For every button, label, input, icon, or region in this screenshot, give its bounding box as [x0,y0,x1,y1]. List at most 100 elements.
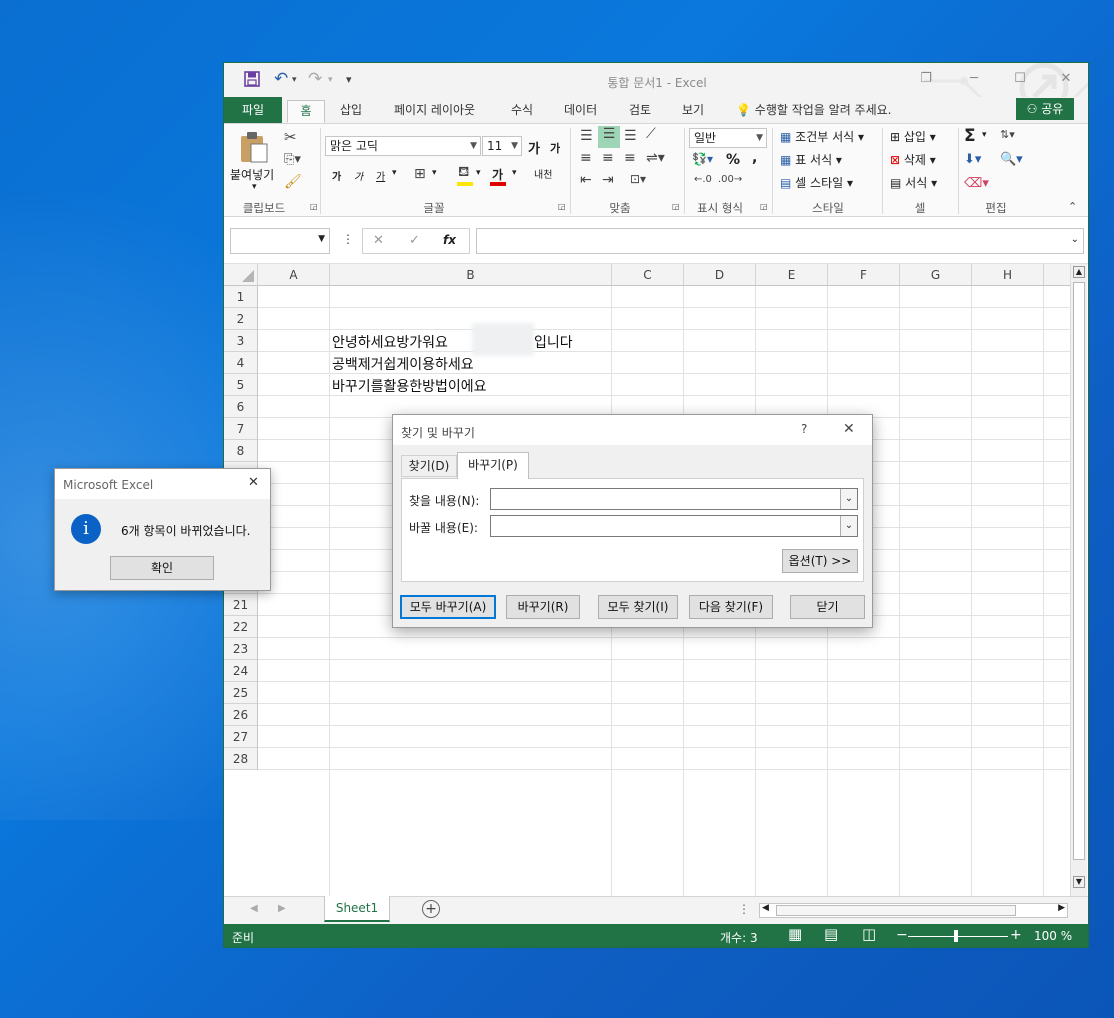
top-align-icon[interactable]: ☰ [580,128,593,144]
chevron-down-icon[interactable]: ▾ [432,168,437,178]
decrease-decimal-icon[interactable]: .00→ [718,174,742,185]
font-name-combo[interactable]: 맑은 고딕 ▼ [325,136,481,156]
middle-align-icon[interactable]: ☰ [598,126,620,148]
chevron-down-icon[interactable]: ▾ [512,168,517,178]
tab-replace[interactable]: 바꾸기(P) [457,452,529,479]
percent-button[interactable]: % [726,152,740,168]
row-header[interactable]: 3 [224,330,258,352]
align-center-icon[interactable]: ≡ [602,150,614,166]
grow-font-button[interactable]: 가 [528,138,540,157]
close-button[interactable]: ✕ [1046,67,1086,91]
horizontal-scrollbar[interactable]: ◀ ▶ [759,903,1068,918]
tab-formulas[interactable]: 수식 [507,100,537,123]
formula-input[interactable]: ⌄ [476,228,1084,254]
increase-decimal-icon[interactable]: ←.0 [694,174,712,185]
fill-icon[interactable]: ⬇▾ [964,152,981,167]
tab-splitter-icon[interactable]: ⋮ [738,902,750,916]
clipboard-launcher-icon[interactable]: ◲ [310,202,318,211]
ok-button[interactable]: 확인 [110,556,214,580]
dialog-close-button[interactable]: ✕ [843,421,855,437]
borders-icon[interactable]: ⊞ [414,166,426,182]
expand-formula-bar-icon[interactable]: ⌄ [1071,234,1079,245]
collapse-ribbon-icon[interactable]: ⌃ [1068,200,1077,213]
align-right-icon[interactable]: ≡ [624,150,636,166]
number-launcher-icon[interactable]: ◲ [760,202,768,211]
format-cells-button[interactable]: ▤ 서식 ▾ [890,174,937,191]
row-header[interactable]: 22 [224,616,258,638]
column-header-g[interactable]: G [900,264,972,286]
chevron-down-icon[interactable]: ▾ [982,130,987,140]
cell-b3[interactable]: 안녕하세요방가워요 [332,332,448,352]
column-header-h[interactable]: H [972,264,1044,286]
row-header[interactable]: 27 [224,726,258,748]
tab-view[interactable]: 보기 [678,100,708,123]
decrease-indent-icon[interactable]: ⇤ [580,172,592,188]
paste-label[interactable]: 붙여넣기 [230,166,274,183]
find-what-input[interactable]: ⌄ [490,488,858,510]
column-header-e[interactable]: E [756,264,828,286]
prev-sheet-icon[interactable]: ◀ [250,903,258,914]
tab-file[interactable]: 파일 [224,97,282,123]
format-as-table-button[interactable]: ▦ 표 서식 ▾ [780,151,842,168]
vertical-scroll-thumb[interactable] [1073,282,1085,860]
font-color-button[interactable]: 가 [492,166,503,183]
italic-button[interactable]: 가 [354,168,363,183]
zoom-level[interactable]: 100 % [1034,929,1072,943]
row-header[interactable]: 25 [224,682,258,704]
tab-home[interactable]: 홈 [287,100,325,123]
sort-filter-icon[interactable]: ⇅▾ [1000,128,1015,141]
tab-page-layout[interactable]: 페이지 레이아웃 [390,100,479,123]
delete-cells-button[interactable]: ⊠ 삭제 ▾ [890,151,936,168]
find-select-icon[interactable]: 🔍▾ [1000,152,1023,167]
next-sheet-icon[interactable]: ▶ [278,903,286,914]
font-size-combo[interactable]: 11 ▼ [482,136,522,156]
zoom-slider-thumb[interactable] [954,930,958,942]
row-header[interactable]: 21 [224,594,258,616]
shrink-font-button[interactable]: 가 [550,140,560,156]
tab-insert[interactable]: 삽입 [336,100,366,123]
row-header[interactable]: 7 [224,418,258,440]
underline-button[interactable]: 가 [376,168,385,183]
chevron-down-icon[interactable]: ⌄ [840,489,857,509]
minimize-button[interactable]: ─ [954,67,994,91]
help-button[interactable]: ? [801,422,807,436]
row-header[interactable]: 26 [224,704,258,726]
horizontal-scroll-thumb[interactable] [776,905,1016,916]
fill-color-icon[interactable]: ⛾ [458,164,469,182]
page-break-view-icon[interactable]: ◫ [862,925,876,943]
column-header-d[interactable]: D [684,264,756,286]
options-button[interactable]: 옵션(T) >> [782,549,858,573]
cancel-icon[interactable]: ✕ [373,233,384,248]
bold-button[interactable]: 가 [332,168,341,183]
copy-icon[interactable]: ⎘▾ [284,152,301,167]
scroll-right-icon[interactable]: ▶ [1058,903,1065,913]
page-layout-view-icon[interactable]: ▤ [824,925,838,943]
align-left-icon[interactable]: ≡ [580,150,592,166]
normal-view-icon[interactable]: ▦ [788,925,802,943]
message-box-close-button[interactable]: ✕ [248,475,259,490]
name-box[interactable]: ▼ [230,228,330,254]
increase-indent-icon[interactable]: ⇥ [602,172,614,188]
chevron-down-icon[interactable]: ▾ [392,168,397,178]
scroll-left-icon[interactable]: ◀ [762,903,769,913]
tab-find[interactable]: 찾기(D) [401,455,457,477]
zoom-out-icon[interactable]: − [896,927,908,943]
column-header-a[interactable]: A [258,264,330,286]
insert-cells-button[interactable]: ⊞ 삽입 ▾ [890,128,936,145]
cell-b5[interactable]: 바꾸기를활용한방법이에요 [332,376,487,396]
number-format-combo[interactable]: 일반 ▼ [689,128,767,148]
row-header[interactable]: 1 [224,286,258,308]
chevron-down-icon[interactable]: ▾ [476,168,481,178]
tab-data[interactable]: 데이터 [560,100,601,123]
clear-icon[interactable]: ⌫▾ [964,176,989,191]
replace-button[interactable]: 바꾸기(R) [506,595,580,619]
row-header[interactable]: 8 [224,440,258,462]
replace-with-input[interactable]: ⌄ [490,515,858,537]
alignment-launcher-icon[interactable]: ◲ [672,202,680,211]
autosum-button[interactable]: Σ [964,126,976,146]
currency-icon[interactable]: 💱▾ [692,152,713,166]
cell-b4[interactable]: 공백제거쉽게이용하세요 [332,354,474,374]
row-header[interactable]: 5 [224,374,258,396]
merge-center-icon[interactable]: ⊡▾ [630,172,646,186]
cell-styles-button[interactable]: ▤ 셀 스타일 ▾ [780,174,853,191]
